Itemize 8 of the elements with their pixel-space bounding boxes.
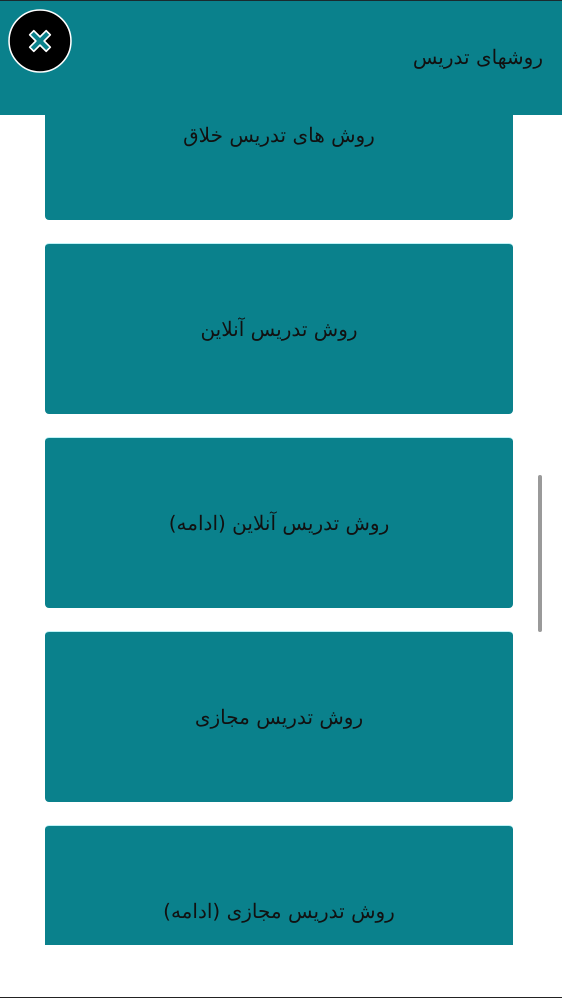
menu-card[interactable]: روش تدریس مجازی: [45, 631, 513, 802]
menu-card[interactable]: روش های تدریس خلاق: [45, 115, 513, 220]
close-button[interactable]: [8, 9, 72, 73]
menu-card[interactable]: روش تدریس آنلاین (ادامه): [45, 437, 513, 608]
menu-card[interactable]: روش تدریس مجازی (ادامه): [45, 825, 513, 945]
page-title: روشهای تدریس: [412, 45, 543, 69]
menu-card[interactable]: روش تدریس آنلاین: [45, 243, 513, 414]
close-icon: [8, 9, 72, 73]
